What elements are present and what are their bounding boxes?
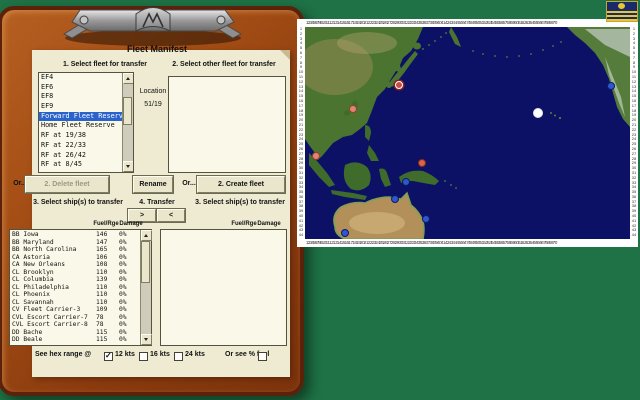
fleet-item[interactable]: EF9 (39, 102, 123, 112)
ship-list-scrollbar[interactable] (140, 230, 151, 345)
scroll-thumb[interactable] (141, 241, 150, 283)
kts12-label: 12 kts (115, 351, 135, 358)
ship-row[interactable]: CL Phoenix1100% (10, 291, 140, 299)
fleet-marker[interactable] (341, 229, 349, 237)
ship-row[interactable]: DD Beale1150% (10, 336, 140, 344)
pacific-map-terrain (305, 27, 630, 239)
ship-row[interactable]: CL Brooklyn1100% (10, 269, 140, 277)
transfer-left-button[interactable]: < (157, 209, 185, 222)
scroll-down-button[interactable] (123, 161, 134, 172)
ship-row[interactable]: CVL Escort Carrier-7780% (10, 314, 140, 322)
pacific-map[interactable] (305, 27, 630, 239)
select-ships-right-label: 3. Select ship(s) to transfer (175, 199, 305, 206)
map-window: 1 2 3 4 5 6 7 8 9 10 11 12 13 14 15 16 1… (297, 19, 638, 247)
scroll-down-icon (126, 165, 130, 168)
fleet-marker[interactable] (395, 81, 403, 89)
fleet-item[interactable]: RF at 26/42 (39, 151, 123, 161)
fleet-marker[interactable] (402, 178, 410, 186)
fleet-item[interactable]: Home Fleet Reserve (39, 121, 123, 131)
damage-header-left: Damage (116, 221, 146, 227)
map-hex-ruler-top: 1 2 3 4 5 6 7 8 9 10 11 12 13 14 15 16 1… (305, 19, 630, 27)
fleet-listbox[interactable]: EF4 EF6 EF8 EF9 Forward Fleet Reserve Ho… (38, 72, 134, 173)
fleet-marker[interactable] (349, 105, 357, 113)
other-ship-listbox[interactable] (160, 229, 287, 346)
scroll-up-icon (126, 77, 130, 80)
kts16-label: 16 kts (150, 351, 170, 358)
fleet-item[interactable]: EF6 (39, 83, 123, 93)
scroll-down-button[interactable] (141, 334, 152, 345)
ship-row[interactable]: CA Astoria1060% (10, 254, 140, 262)
ship-row[interactable]: BB Maryland1470% (10, 239, 140, 247)
map-hex-ruler-left: 1234567891011121314151617181920212223242… (297, 27, 305, 239)
select-other-fleet-label: 2. Select other fleet for transfer (158, 61, 290, 68)
fleet-item[interactable]: EF8 (39, 92, 123, 102)
ship-listbox[interactable]: BB Iowa1460% BB Maryland1470% BB North C… (9, 229, 152, 346)
ship-row[interactable]: CA New Orleans1080% (10, 261, 140, 269)
ship-row[interactable]: BB Iowa1460% (10, 231, 140, 239)
fleet-item[interactable]: RF at 22/33 (39, 141, 123, 151)
rank-field (607, 2, 637, 11)
hex-range-24kts-checkbox[interactable] (174, 352, 183, 361)
rename-button[interactable]: Rename (133, 176, 173, 193)
fleet-item-selected[interactable]: Forward Fleet Reserve (39, 112, 123, 122)
fleet-marker[interactable] (418, 159, 426, 167)
kts24-label: 24 kts (185, 351, 205, 358)
rank-emblem-icon (618, 3, 625, 9)
fleet-marker[interactable] (422, 215, 430, 223)
fleet-marker[interactable] (533, 108, 543, 118)
ship-row[interactable]: CVL Escort Carrier-8780% (10, 321, 140, 329)
fleet-marker[interactable] (607, 82, 615, 90)
scroll-down-icon (144, 338, 148, 341)
game-screen: Fleet Manifest 1. Select fleet for trans… (0, 0, 640, 400)
scroll-up-icon (144, 234, 148, 237)
fleet-marker[interactable] (391, 195, 399, 203)
other-fleet-listbox[interactable] (168, 76, 286, 173)
ship-row[interactable]: CL Columbia1390% (10, 276, 140, 284)
ship-row[interactable]: DD Bache1150% (10, 329, 140, 337)
map-hex-ruler-right: 1234567891011121314151617181920212223242… (630, 27, 638, 239)
clipboard-clip-icon (60, 0, 245, 46)
fleet-item[interactable]: EF4 (39, 73, 123, 83)
see-hex-range-label: See hex range @ (35, 351, 91, 358)
rank-insignia-icon[interactable] (606, 1, 638, 22)
damage-header-right: Damage (254, 221, 284, 227)
or-label-2: Or... (179, 180, 199, 187)
ship-row[interactable]: CL Savannah1100% (10, 299, 140, 307)
fleet-item[interactable]: RF at 8/45 (39, 160, 123, 170)
create-fleet-button[interactable]: 2. Create fleet (197, 176, 285, 193)
map-hex-ruler-bottom: 1 2 3 4 5 6 7 8 9 10 11 12 13 14 15 16 1… (305, 239, 630, 247)
ship-row[interactable]: BB North Carolina1650% (10, 246, 140, 254)
fleet-marker[interactable] (312, 152, 320, 160)
ship-row[interactable]: CV Fleet Carrier-31090% (10, 306, 140, 314)
see-fuel-checkbox[interactable] (258, 352, 267, 361)
select-fleet-label: 1. Select fleet for transfer (40, 61, 170, 68)
delete-fleet-button[interactable]: 2. Delete fleet (25, 176, 109, 193)
scroll-up-button[interactable] (141, 230, 152, 241)
hex-range-16kts-checkbox[interactable] (139, 352, 148, 361)
hex-range-12kts-checkbox[interactable] (104, 352, 113, 361)
ship-row[interactable]: CL Philadelphia1100% (10, 284, 140, 292)
fleet-item[interactable]: RF at 19/38 (39, 131, 123, 141)
rank-stripes-icon (607, 11, 637, 21)
scroll-up-button[interactable] (123, 73, 134, 84)
